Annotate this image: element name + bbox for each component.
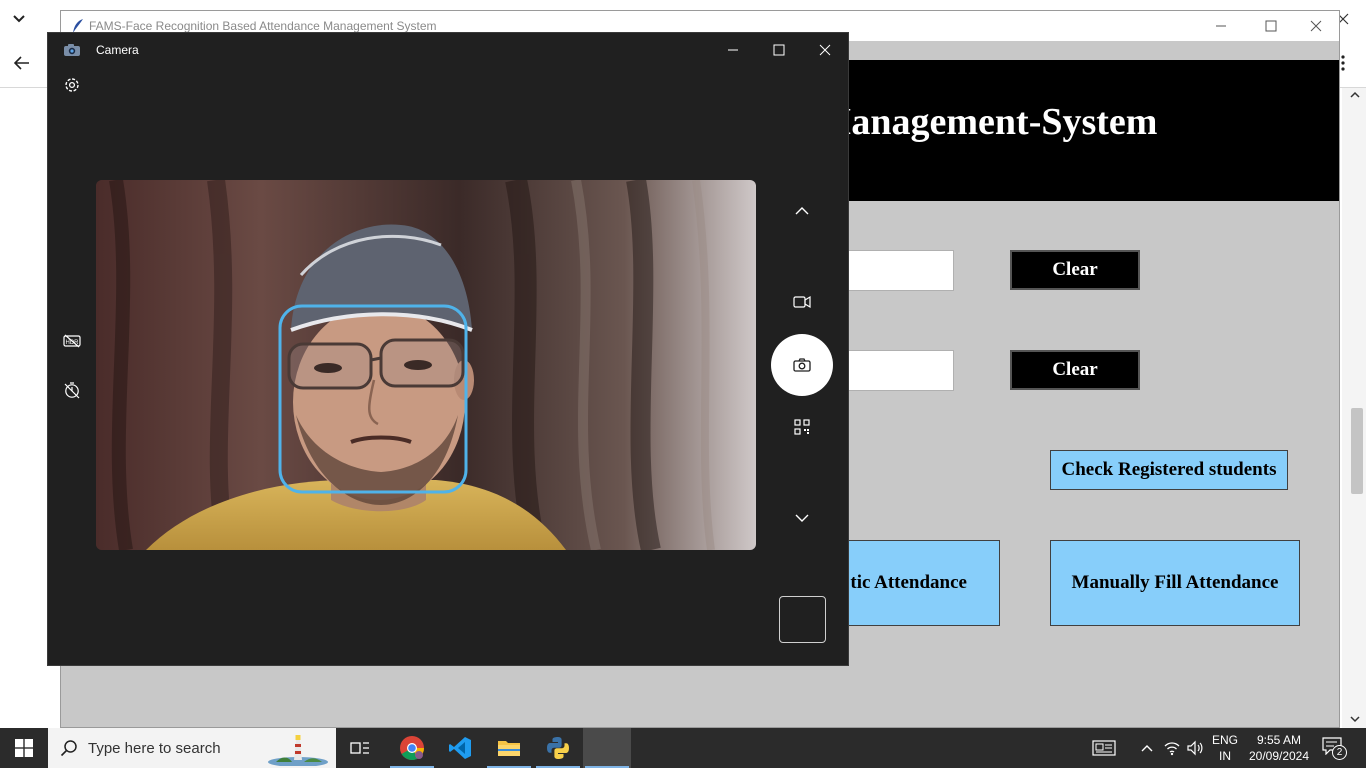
app-maximize-button[interactable] bbox=[1261, 17, 1281, 35]
camera-settings-button[interactable] bbox=[62, 75, 82, 95]
python-icon bbox=[547, 737, 569, 759]
action-center-button[interactable]: 2 bbox=[1322, 737, 1348, 760]
chevron-up-icon bbox=[795, 207, 809, 215]
arrow-left-icon bbox=[14, 56, 29, 70]
app-window-title: FAMS-Face Recognition Based Attendance M… bbox=[89, 19, 437, 33]
minimize-icon bbox=[728, 49, 738, 51]
qr-scan-mode-button[interactable] bbox=[792, 417, 812, 437]
hdr-off-icon: HDR bbox=[63, 334, 81, 348]
volume-button[interactable] bbox=[1185, 738, 1205, 758]
manual-attendance-button[interactable]: Manually Fill Attendance bbox=[1050, 540, 1300, 626]
speaker-icon bbox=[1187, 740, 1203, 756]
tab-list-dropdown[interactable] bbox=[6, 8, 32, 30]
wifi-icon bbox=[1164, 742, 1180, 756]
hdr-toggle-button[interactable]: HDR bbox=[62, 331, 82, 351]
camera-maximize-button[interactable] bbox=[770, 41, 788, 59]
news-icon bbox=[1092, 740, 1116, 756]
taskbar-camera-button[interactable] bbox=[583, 728, 631, 768]
check-registered-students-button[interactable]: Check Registered students bbox=[1050, 450, 1288, 490]
browser-back-button[interactable] bbox=[10, 52, 34, 74]
webcam-frame-image bbox=[96, 180, 756, 550]
maximize-icon bbox=[1265, 20, 1277, 32]
search-placeholder: Type here to search bbox=[88, 740, 221, 757]
windows-taskbar: Type here to search ENG IN 9:55 AM 20/09… bbox=[0, 728, 1366, 768]
gear-icon bbox=[65, 78, 79, 92]
video-mode-button[interactable] bbox=[792, 292, 812, 312]
taskbar-clock[interactable]: 9:55 AM 20/09/2024 bbox=[1246, 732, 1312, 764]
clear-button-1[interactable]: Clear bbox=[1010, 250, 1140, 290]
qr-code-icon bbox=[794, 419, 810, 435]
language-code: ENG bbox=[1211, 733, 1238, 747]
camera-app-icon bbox=[64, 44, 80, 56]
timer-off-icon bbox=[64, 382, 80, 399]
chevron-down-icon bbox=[13, 15, 25, 23]
minimize-icon bbox=[1216, 25, 1226, 27]
camera-mode-up-button[interactable] bbox=[792, 201, 812, 221]
camera-preview bbox=[96, 180, 756, 550]
camera-window-title: Camera bbox=[96, 43, 139, 57]
network-button[interactable] bbox=[1162, 738, 1182, 758]
camera-minimize-button[interactable] bbox=[724, 41, 742, 59]
clock-date: 20/09/2024 bbox=[1248, 749, 1310, 763]
take-photo-button[interactable] bbox=[771, 334, 833, 396]
folder-icon bbox=[498, 741, 520, 756]
app-close-button[interactable] bbox=[1306, 17, 1326, 35]
maximize-icon bbox=[773, 44, 785, 56]
app-minimize-button[interactable] bbox=[1211, 17, 1231, 35]
close-icon bbox=[1310, 20, 1322, 32]
clock-time: 9:55 AM bbox=[1256, 733, 1302, 747]
news-widget-button[interactable] bbox=[1091, 738, 1117, 758]
camera-close-button[interactable] bbox=[816, 41, 834, 59]
scrollbar-thumb[interactable] bbox=[1351, 408, 1363, 494]
taskbar-vscode-button[interactable] bbox=[436, 728, 484, 768]
taskbar-file-explorer-button[interactable] bbox=[485, 728, 533, 768]
task-view-icon bbox=[350, 742, 369, 754]
close-icon bbox=[819, 44, 831, 56]
region-code: IN bbox=[1219, 749, 1231, 763]
video-mode-icon bbox=[793, 295, 811, 309]
camera-shutter-icon bbox=[793, 358, 811, 372]
camera-mode-down-button[interactable] bbox=[792, 508, 812, 528]
chevron-down-icon bbox=[795, 514, 809, 522]
chrome-icon bbox=[400, 736, 424, 761]
start-button[interactable] bbox=[0, 728, 48, 768]
task-view-button[interactable] bbox=[336, 728, 384, 768]
show-hidden-icons-button[interactable] bbox=[1137, 738, 1157, 758]
input-language-indicator[interactable]: ENG IN bbox=[1210, 732, 1240, 764]
camera-titlebar: Camera bbox=[48, 33, 848, 67]
chevron-up-icon bbox=[1141, 745, 1153, 752]
scroll-down-icon[interactable] bbox=[1350, 714, 1360, 724]
photo-thumbnail-button[interactable] bbox=[779, 596, 826, 643]
taskbar-python-button[interactable] bbox=[534, 728, 582, 768]
vs-code-icon bbox=[449, 737, 471, 759]
taskbar-search-box[interactable]: Type here to search bbox=[48, 728, 336, 768]
camera-window: Camera HDR bbox=[47, 32, 849, 666]
notification-count-badge: 2 bbox=[1332, 745, 1347, 760]
search-highlight-lighthouse-icon bbox=[268, 735, 328, 766]
windows-logo-icon bbox=[15, 739, 33, 757]
scroll-up-icon[interactable] bbox=[1350, 90, 1360, 100]
more-vertical-icon bbox=[1341, 55, 1345, 71]
taskbar-chrome-button[interactable] bbox=[388, 728, 436, 768]
clear-button-2[interactable]: Clear bbox=[1010, 350, 1140, 390]
search-icon bbox=[60, 740, 77, 757]
timer-toggle-button[interactable] bbox=[62, 380, 82, 400]
